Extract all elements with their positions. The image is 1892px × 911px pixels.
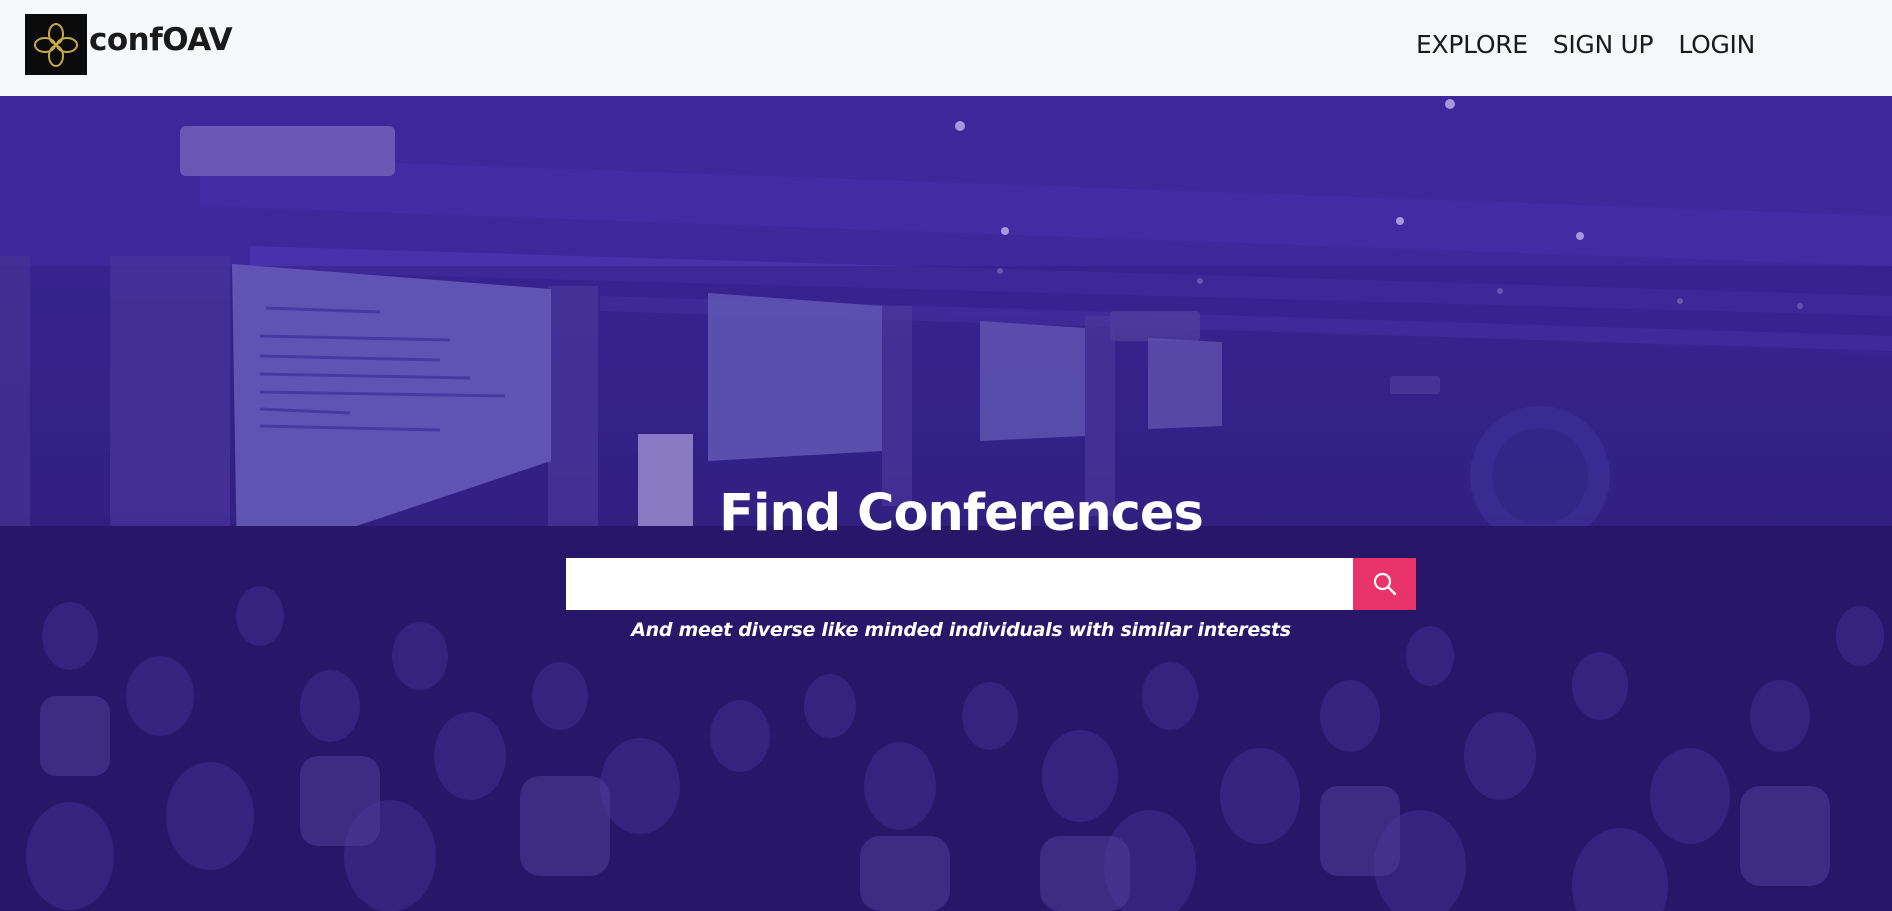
search-icon xyxy=(1373,572,1396,596)
nav-sign-up[interactable]: SIGN UP xyxy=(1553,30,1654,59)
hero-content: Find Conferences And meet diverse like m… xyxy=(0,96,1892,911)
hero-title: Find Conferences xyxy=(719,484,1204,543)
search-input[interactable] xyxy=(566,558,1353,610)
four-petal-knot-icon xyxy=(34,22,78,67)
nav-explore[interactable]: EXPLORE xyxy=(1416,30,1528,59)
brand-logo[interactable] xyxy=(25,14,87,75)
top-navbar: confOAV EXPLORE SIGN UP LOGIN xyxy=(0,0,1892,96)
nav-links: EXPLORE SIGN UP LOGIN xyxy=(1416,30,1780,59)
brand-name[interactable]: confOAV xyxy=(89,22,233,58)
search-button[interactable] xyxy=(1353,558,1416,610)
hero-section: Find Conferences And meet diverse like m… xyxy=(0,96,1892,911)
search-bar xyxy=(566,558,1416,610)
hero-subtitle: And meet diverse like minded individuals… xyxy=(631,619,1291,641)
nav-login[interactable]: LOGIN xyxy=(1678,30,1755,59)
brand[interactable]: confOAV xyxy=(25,14,233,75)
